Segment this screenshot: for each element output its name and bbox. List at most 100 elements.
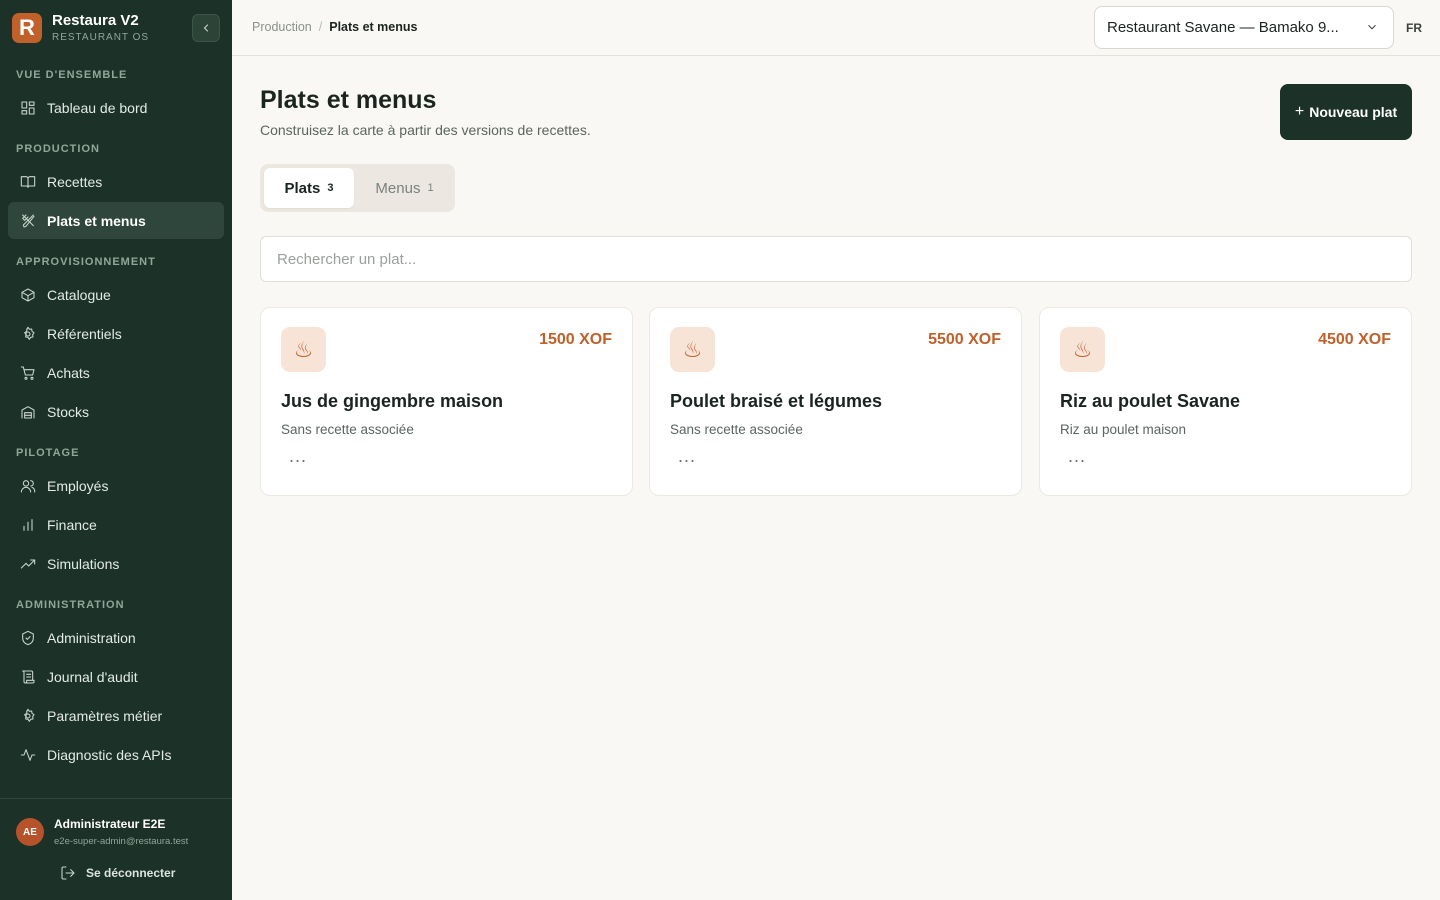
sidebar-item-purchases[interactable]: Achats [8,354,224,391]
dish-price: 5500 XOF [928,331,1001,348]
language-switcher[interactable]: FR [1406,21,1422,35]
sidebar-item-dishes-menus[interactable]: Plats et menus [8,202,224,239]
section-title-overview: VUE D'ENSEMBLE [16,69,128,81]
settings-icon [20,326,36,342]
sidebar-item-label: Diagnostic des APIs [47,746,172,763]
new-dish-label: Nouveau plat [1309,104,1398,120]
sidebar-item-label: Employés [47,477,109,494]
tab-label: Plats [284,179,321,197]
page-subtitle: Construisez la carte à partir des versio… [260,122,591,138]
sidebar-item-api-diagnostics[interactable]: Diagnostic des APIs [8,736,224,773]
dashboard-icon [20,100,36,116]
section-title-pilotage: PILOTAGE [16,447,80,459]
breadcrumb-parent[interactable]: Production [252,20,312,34]
app-subtitle: RESTAURANT OS [52,32,150,43]
sidebar-item-catalogue[interactable]: Catalogue [8,276,224,313]
sidebar-item-label: Tableau de bord [47,99,148,116]
sidebar-item-label: Achats [47,364,90,381]
logout-button[interactable]: Se déconnecter [60,865,175,881]
cart-icon [20,365,36,381]
shield-check-icon [20,630,36,646]
more-actions-button[interactable]: ... [678,446,696,467]
activity-icon [20,747,36,763]
sidebar-item-business-settings[interactable]: Paramètres métier [8,697,224,734]
dish-recipe: Sans recette associée [670,422,803,437]
section-title-administration: ADMINISTRATION [16,599,125,611]
users-icon [20,478,36,494]
sidebar-item-finance[interactable]: Finance [8,506,224,543]
sidebar-item-dashboard[interactable]: Tableau de bord [8,89,224,126]
dish-name: Poulet braisé et légumes [670,391,883,411]
sidebar-item-employees[interactable]: Employés [8,467,224,504]
plus-icon: + [1294,103,1305,120]
logout-icon [61,866,75,880]
package-icon [20,287,36,303]
user-email: e2e-super-admin@restaura.test [54,836,189,847]
sidebar-item-label: Référentiels [47,325,122,342]
tab-dishes[interactable]: Plats 3 [264,168,354,208]
breadcrumb-separator: / [318,20,323,34]
dish-recipe: Riz au poulet maison [1060,422,1187,437]
dish-card[interactable]: ♨ 5500 XOF Poulet braisé et légumes Sans… [649,307,1022,496]
restaurant-select[interactable]: Restaurant Savane — Bamako 9... [1094,6,1394,49]
app-logo: R [12,13,42,43]
trending-up-icon [20,556,36,572]
sidebar-item-label: Administration [47,629,136,646]
tab-label: Menus [375,179,421,197]
collapse-sidebar-button[interactable] [192,14,220,42]
sidebar-item-stocks[interactable]: Stocks [8,393,224,430]
sidebar-item-label: Catalogue [47,286,111,303]
avatar[interactable]: AE [16,818,44,846]
sidebar-item-simulations[interactable]: Simulations [8,545,224,582]
dish-card[interactable]: ♨ 1500 XOF Jus de gingembre maison Sans … [260,307,633,496]
tab-menus[interactable]: Menus 1 [358,168,451,208]
dish-card[interactable]: ♨ 4500 XOF Riz au poulet Savane Riz au p… [1039,307,1412,496]
logout-label: Se déconnecter [86,866,176,880]
sidebar-item-administration[interactable]: Administration [8,619,224,656]
more-actions-button[interactable]: ... [289,446,307,467]
section-title-production: PRODUCTION [16,143,100,155]
sidebar-item-label: Simulations [47,555,120,572]
sidebar: R Restaura V2 RESTAURANT OS VUE D'ENSEMB… [0,0,232,900]
brand[interactable]: R Restaura V2 RESTAURANT OS [12,13,149,43]
section-title-procurement: APPROVISIONNEMENT [16,256,156,268]
dish-name: Jus de gingembre maison [281,391,504,411]
warehouse-icon [20,404,36,420]
sidebar-footer: AE Administrateur E2E e2e-super-admin@re… [0,798,232,900]
user-name: Administrateur E2E [54,817,166,831]
utensils-icon [20,213,36,229]
sidebar-item-label: Stocks [47,403,90,420]
sidebar-item-recipes[interactable]: Recettes [8,163,224,200]
sidebar-item-audit-log[interactable]: Journal d'audit [8,658,224,695]
scroll-icon [20,669,36,685]
chevron-left-icon [203,24,209,32]
more-actions-button[interactable]: ... [1068,446,1086,467]
dish-name: Riz au poulet Savane [1060,391,1241,411]
top-bar: Production / Plats et menus Restaurant S… [232,0,1440,56]
chevron-down-icon [1365,20,1379,38]
tab-count: 1 [427,182,434,194]
dish-steam-icon: ♨ [1060,327,1105,372]
sidebar-item-referentiels[interactable]: Référentiels [8,315,224,352]
tab-count: 3 [327,182,334,194]
dish-steam-icon: ♨ [670,327,715,372]
sidebar-item-label: Plats et menus [47,212,146,229]
dish-recipe: Sans recette associée [281,422,414,437]
sidebar-item-label: Paramètres métier [47,707,163,724]
new-dish-button[interactable]: + Nouveau plat [1280,84,1412,140]
breadcrumb-current: Plats et menus [329,20,418,34]
restaurant-select-value: Restaurant Savane — Bamako 9... [1107,19,1339,36]
breadcrumb: Production / Plats et menus [252,20,417,34]
dish-price: 1500 XOF [539,331,612,348]
sidebar-item-label: Journal d'audit [47,668,138,685]
dish-price: 4500 XOF [1318,331,1391,348]
tabs: Plats 3 Menus 1 [260,164,455,212]
dish-steam-icon: ♨ [281,327,326,372]
settings-icon [20,708,36,724]
search-input[interactable] [260,236,1412,282]
app-name: Restaura V2 [52,12,139,29]
sidebar-item-label: Finance [47,516,97,533]
bar-chart-icon [20,517,36,533]
page-title: Plats et menus [260,86,437,114]
book-icon [20,174,36,190]
